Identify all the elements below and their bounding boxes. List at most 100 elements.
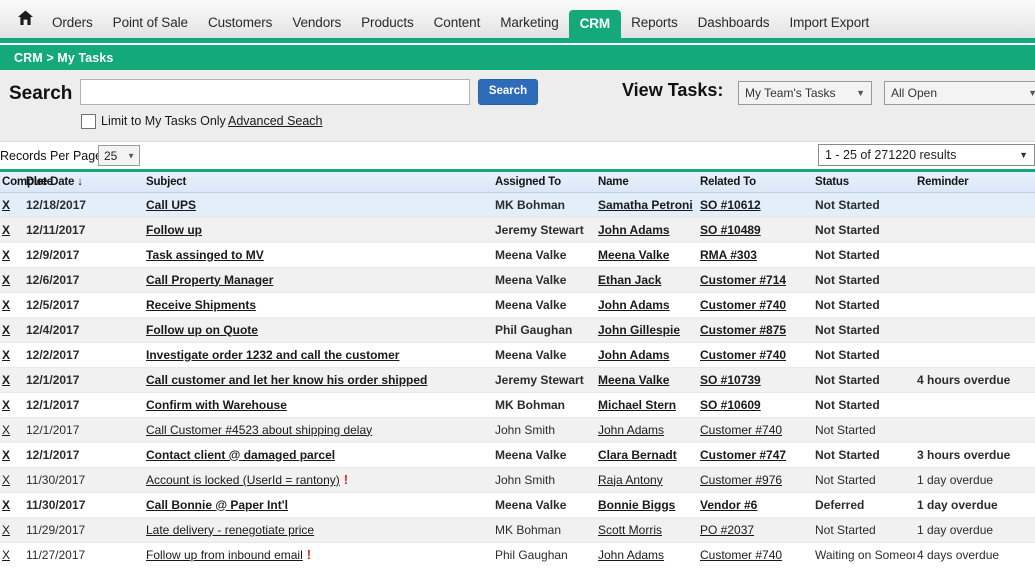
- subject-cell[interactable]: Contact client @ damaged parcel: [144, 442, 493, 468]
- column-header-complete[interactable]: Complete: [0, 172, 53, 193]
- records-per-page-select[interactable]: 25 ▼: [98, 145, 140, 166]
- complete-cell-link[interactable]: X: [2, 423, 10, 437]
- name-cell[interactable]: Scott Morris: [596, 517, 698, 543]
- advanced-search-link[interactable]: Advanced Seach: [228, 114, 323, 128]
- name-cell-link[interactable]: Meena Valke: [598, 248, 669, 262]
- related-to-cell-link[interactable]: Customer #976: [700, 473, 782, 487]
- complete-cell[interactable]: X: [0, 517, 24, 543]
- complete-cell-link[interactable]: X: [2, 523, 10, 537]
- name-cell[interactable]: John Adams: [596, 292, 698, 318]
- table-row[interactable]: X 12/1/2017 Call Customer #4523 about ship…: [0, 417, 1035, 443]
- related-to-cell[interactable]: Customer #976: [698, 467, 813, 493]
- related-to-cell-link[interactable]: Customer #740: [700, 423, 782, 437]
- column-header-related-to[interactable]: Related To: [698, 172, 813, 193]
- complete-cell-link[interactable]: X: [2, 198, 10, 212]
- related-to-cell-link[interactable]: Vendor #6: [700, 498, 757, 512]
- name-cell[interactable]: Bonnie Biggs: [596, 492, 698, 518]
- complete-cell-link[interactable]: X: [2, 223, 10, 237]
- nav-item-crm[interactable]: CRM: [568, 10, 622, 38]
- related-to-cell[interactable]: RMA #303: [698, 242, 813, 268]
- name-cell-link[interactable]: John Adams: [598, 298, 670, 312]
- table-row[interactable]: X 12/9/2017 Task assinged to MV Meena Valke…: [0, 242, 1035, 268]
- related-to-cell-link[interactable]: RMA #303: [700, 248, 757, 262]
- search-button[interactable]: Search: [478, 79, 538, 105]
- complete-cell[interactable]: X: [0, 217, 24, 243]
- complete-cell[interactable]: X: [0, 317, 24, 343]
- column-header-reminder[interactable]: Reminder: [915, 172, 1035, 193]
- related-to-cell-link[interactable]: SO #10739: [700, 373, 761, 387]
- subject-cell-link[interactable]: Receive Shipments: [146, 298, 256, 312]
- name-cell[interactable]: Meena Valke: [596, 367, 698, 393]
- related-to-cell-link[interactable]: SO #10612: [700, 198, 761, 212]
- related-to-cell-link[interactable]: PO #2037: [700, 523, 754, 537]
- complete-cell[interactable]: X: [0, 542, 24, 562]
- related-to-cell-link[interactable]: Customer #740: [700, 298, 786, 312]
- subject-cell-link[interactable]: Call Property Manager: [146, 273, 273, 287]
- name-cell-link[interactable]: Scott Morris: [598, 523, 662, 537]
- complete-cell-link[interactable]: X: [2, 348, 10, 362]
- complete-cell-link[interactable]: X: [2, 373, 10, 387]
- complete-cell-link[interactable]: X: [2, 398, 10, 412]
- related-to-cell-link[interactable]: Customer #740: [700, 548, 782, 562]
- related-to-cell[interactable]: SO #10609: [698, 392, 813, 418]
- subject-cell[interactable]: Call customer and let her know his order…: [144, 367, 493, 393]
- home-icon[interactable]: [8, 0, 42, 38]
- subject-cell-link[interactable]: Account is locked (UserId = rantony): [146, 473, 340, 487]
- related-to-cell[interactable]: SO #10612: [698, 192, 813, 218]
- name-cell[interactable]: Meena Valke: [596, 242, 698, 268]
- complete-cell[interactable]: X: [0, 267, 24, 293]
- search-input[interactable]: [80, 79, 470, 105]
- subject-cell-link[interactable]: Confirm with Warehouse: [146, 398, 287, 412]
- nav-item-vendors[interactable]: Vendors: [282, 8, 351, 38]
- complete-cell[interactable]: X: [0, 467, 24, 493]
- related-to-cell[interactable]: Customer #714: [698, 267, 813, 293]
- subject-cell-link[interactable]: Call Customer #4523 about shipping delay: [146, 423, 372, 437]
- subject-cell-link[interactable]: Contact client @ damaged parcel: [146, 448, 335, 462]
- complete-cell-link[interactable]: X: [2, 448, 10, 462]
- complete-cell-link[interactable]: X: [2, 248, 10, 262]
- name-cell[interactable]: John Adams: [596, 417, 698, 443]
- complete-cell[interactable]: X: [0, 242, 24, 268]
- complete-cell[interactable]: X: [0, 342, 24, 368]
- related-to-cell[interactable]: PO #2037: [698, 517, 813, 543]
- subject-cell[interactable]: Late delivery - renegotiate price: [144, 517, 493, 543]
- related-to-cell-link[interactable]: Customer #714: [700, 273, 786, 287]
- related-to-cell[interactable]: SO #10739: [698, 367, 813, 393]
- table-row[interactable]: X 12/18/2017 Call UPS MK Bohman Samatha Petr…: [0, 192, 1035, 218]
- subject-cell-link[interactable]: Task assinged to MV: [146, 248, 264, 262]
- subject-cell-link[interactable]: Late delivery - renegotiate price: [146, 523, 314, 537]
- table-row[interactable]: X 11/30/2017 Account is locked (UserId = r…: [0, 467, 1035, 493]
- related-to-cell[interactable]: Customer #740: [698, 542, 813, 562]
- complete-cell-link[interactable]: X: [2, 273, 10, 287]
- related-to-cell[interactable]: Customer #740: [698, 342, 813, 368]
- name-cell[interactable]: Samatha Petroni: [596, 192, 698, 218]
- name-cell-link[interactable]: Clara Bernadt: [598, 448, 677, 462]
- table-row[interactable]: X 12/4/2017 Follow up on Quote Phil Gaughan…: [0, 317, 1035, 343]
- complete-cell[interactable]: X: [0, 392, 24, 418]
- nav-item-content[interactable]: Content: [424, 8, 491, 38]
- subject-cell[interactable]: Follow up from inbound email!: [144, 542, 493, 562]
- view-tasks-status-select[interactable]: All Open ▼: [884, 81, 1035, 105]
- complete-cell-link[interactable]: X: [2, 323, 10, 337]
- table-row[interactable]: X 12/1/2017 Contact client @ damaged parce…: [0, 442, 1035, 468]
- name-cell-link[interactable]: Raja Antony: [598, 473, 663, 487]
- related-to-cell[interactable]: Customer #875: [698, 317, 813, 343]
- related-to-cell[interactable]: Customer #747: [698, 442, 813, 468]
- subject-cell-link[interactable]: Call Bonnie @ Paper Int'l: [146, 498, 288, 512]
- subject-cell[interactable]: Follow up on Quote: [144, 317, 493, 343]
- name-cell[interactable]: John Gillespie: [596, 317, 698, 343]
- related-to-cell[interactable]: Vendor #6: [698, 492, 813, 518]
- view-tasks-scope-select[interactable]: My Team's Tasks ▼: [738, 81, 872, 105]
- complete-cell-link[interactable]: X: [2, 473, 10, 487]
- table-row[interactable]: X 12/5/2017 Receive Shipments Meena Valke Jo…: [0, 292, 1035, 318]
- nav-item-marketing[interactable]: Marketing: [490, 8, 568, 38]
- complete-cell[interactable]: X: [0, 442, 24, 468]
- related-to-cell[interactable]: SO #10489: [698, 217, 813, 243]
- related-to-cell-link[interactable]: SO #10609: [700, 398, 761, 412]
- column-header-due-date[interactable]: Due Date ↓: [24, 172, 144, 193]
- subject-cell-link[interactable]: Call customer and let her know his order…: [146, 373, 427, 387]
- table-row[interactable]: X 11/29/2017 Late delivery - renegotiate p…: [0, 517, 1035, 543]
- related-to-cell-link[interactable]: Customer #740: [700, 348, 786, 362]
- subject-cell[interactable]: Call Customer #4523 about shipping delay: [144, 417, 493, 443]
- name-cell-link[interactable]: John Adams: [598, 348, 670, 362]
